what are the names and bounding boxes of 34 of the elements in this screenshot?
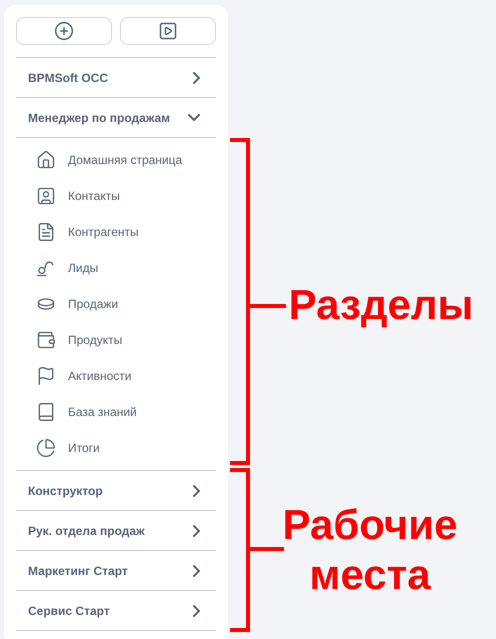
chevron-down-icon bbox=[188, 114, 200, 121]
annotation-label: Рабочие места bbox=[282, 500, 458, 600]
chevron-right-icon bbox=[193, 72, 200, 84]
flag-icon bbox=[36, 366, 56, 386]
group-header[interactable]: Менеджер по продажам bbox=[16, 98, 216, 138]
wallet-icon bbox=[36, 330, 56, 350]
home-icon bbox=[36, 150, 56, 170]
section-item[interactable]: База знаний bbox=[68, 403, 137, 421]
chevron-right-icon bbox=[193, 604, 200, 616]
group-header[interactable]: Маркетинг Старт bbox=[16, 551, 216, 591]
annotation-label: Разделы bbox=[288, 280, 474, 330]
section-item[interactable]: Контрагенты bbox=[68, 223, 139, 241]
section-item[interactable]: Итоги bbox=[68, 439, 100, 457]
section-item[interactable]: Продукты bbox=[68, 331, 122, 349]
group-header[interactable]: Конструктор bbox=[16, 471, 216, 511]
section-item[interactable]: Продажи bbox=[68, 295, 118, 313]
section-item[interactable]: Активности bbox=[68, 367, 132, 385]
group-header[interactable]: Рук. отдела продаж bbox=[16, 511, 216, 551]
section-item[interactable]: Домашняя страница bbox=[68, 151, 182, 169]
plus-circle-icon bbox=[54, 21, 74, 41]
chevron-right-icon bbox=[193, 564, 200, 576]
chevron-right-icon bbox=[193, 524, 200, 536]
group-header[interactable]: Сервис Старт bbox=[16, 591, 216, 631]
section-item[interactable]: Контакты bbox=[68, 187, 120, 205]
group-header[interactable]: BPMSoft OCC bbox=[16, 58, 216, 98]
play-icon bbox=[158, 21, 178, 41]
play-button[interactable] bbox=[120, 17, 216, 45]
pie-chart-icon bbox=[36, 438, 56, 458]
document-icon bbox=[36, 222, 56, 242]
add-button[interactable] bbox=[16, 17, 112, 45]
book-icon bbox=[36, 402, 56, 422]
chevron-right-icon bbox=[193, 484, 200, 496]
section-item[interactable]: Лиды bbox=[68, 259, 98, 277]
contact-card-icon bbox=[36, 186, 56, 206]
